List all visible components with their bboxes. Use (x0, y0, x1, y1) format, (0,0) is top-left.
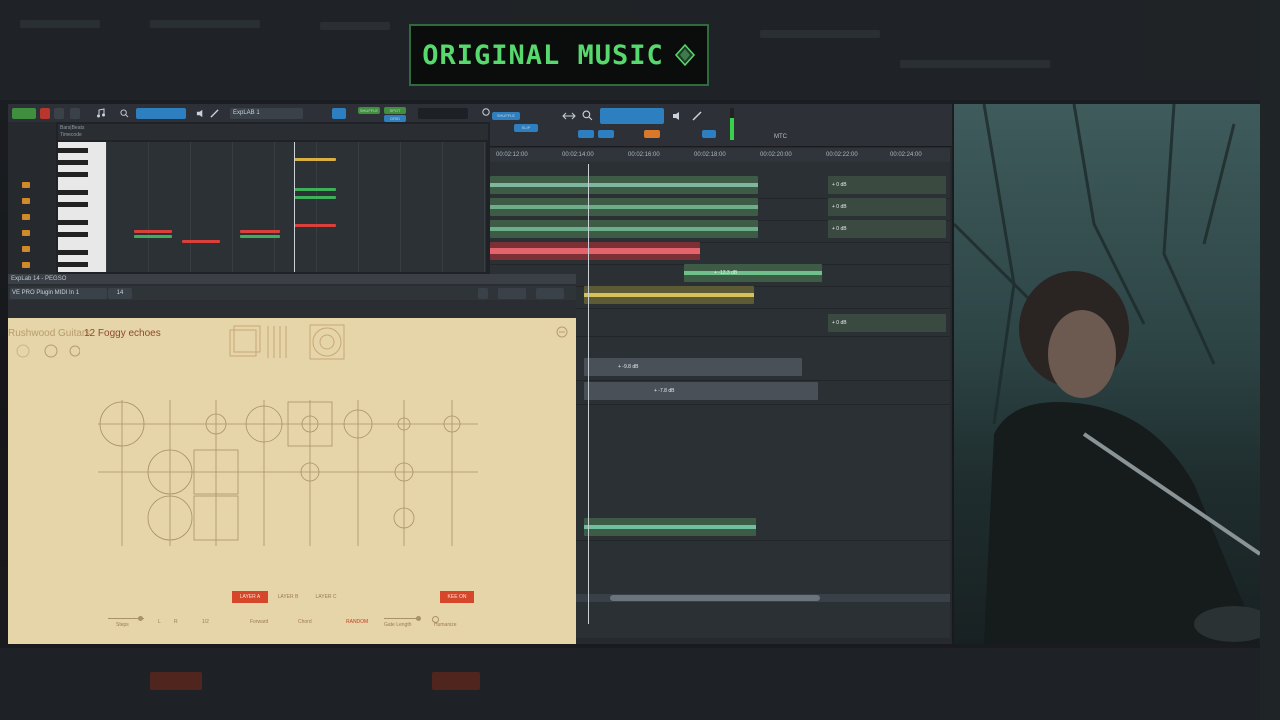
audio-clip[interactable]: + 0 dB (828, 198, 946, 216)
plugin-icon-row (16, 344, 80, 358)
grid-value-button[interactable] (598, 130, 614, 138)
random-button[interactable]: RANDOM (346, 619, 368, 625)
right-edge-background (1260, 0, 1280, 720)
midi-note[interactable] (182, 240, 220, 243)
plugin-insert-selector[interactable]: VE PRO Plugin MIDI In 1 (10, 288, 107, 299)
arrows-icon[interactable] (562, 112, 576, 120)
audio-clip[interactable] (490, 242, 700, 260)
audio-clip[interactable] (584, 286, 754, 304)
midi-note[interactable] (134, 235, 172, 238)
speaker-icon-arrange[interactable] (672, 111, 682, 121)
piano-keyboard[interactable] (58, 142, 106, 272)
audio-clip[interactable]: + -7.8 dB (584, 382, 818, 400)
plugin-preset-nav[interactable] (536, 288, 564, 299)
video-frame (954, 104, 1260, 644)
record-button[interactable] (40, 108, 50, 119)
layer-c-button[interactable]: LAYER C (308, 591, 344, 603)
step-sequencer-grid[interactable] (98, 400, 478, 546)
badge-title: ORIGINAL MUSIC (422, 39, 664, 71)
gate-length-label: Gate Length (384, 622, 412, 628)
mode-selector[interactable]: Chord (298, 619, 312, 625)
midi-note[interactable] (294, 158, 336, 161)
midi-channel-selector[interactable]: 14 (108, 288, 132, 299)
note-grid[interactable] (106, 142, 486, 272)
audio-clip[interactable] (490, 220, 758, 238)
pencil-icon-arrange[interactable] (692, 111, 702, 121)
grid-mode-button[interactable]: GRID (384, 115, 406, 122)
shuffle-mode-button[interactable]: SHUFFLE (358, 107, 380, 114)
plugin-compare-button[interactable] (498, 288, 526, 299)
settings-icon[interactable] (556, 326, 568, 338)
audio-clip[interactable] (490, 176, 758, 194)
gate-length-slider[interactable] (384, 616, 421, 621)
audio-clip[interactable]: + -9.8 dB (584, 358, 802, 376)
midi-note[interactable] (294, 224, 336, 227)
edit-tool-group[interactable] (136, 108, 186, 119)
instrument-name[interactable]: Rushwood Guitars (8, 328, 90, 339)
audio-clip[interactable]: + 0 dB (828, 220, 946, 238)
audio-clip[interactable]: + -13.3 dB (684, 264, 822, 282)
range-r[interactable]: R (174, 619, 178, 625)
plugin-window-title: ExpLab 14 - PEGSO (8, 274, 576, 284)
nudge-button[interactable] (578, 130, 594, 138)
midi-note[interactable] (240, 230, 280, 233)
blurred-bottom-band (0, 648, 1280, 720)
layer-a-button[interactable]: LAYER A (232, 591, 268, 603)
steps-slider[interactable] (108, 616, 144, 621)
music-note-icon[interactable] (96, 108, 106, 118)
plugin-window: ExpLab 14 - PEGSO VE PRO Plugin MIDI In … (8, 274, 576, 644)
timeline-ruler[interactable]: 00:02:12:00 00:02:14:00 00:02:16:00 00:0… (490, 148, 950, 162)
direction-selector[interactable]: Forward (250, 619, 268, 625)
patch-artwork-icon (229, 324, 345, 360)
preset-name[interactable]: 12 Foggy echoes (84, 328, 161, 339)
range-l[interactable]: L (158, 619, 161, 625)
arrange-playhead (588, 164, 589, 624)
midi-note[interactable] (134, 230, 172, 233)
link-button[interactable] (702, 130, 716, 138)
pre-roll-button[interactable] (12, 108, 36, 119)
piano-roll-playhead (294, 142, 295, 272)
mtc-label: MTC (774, 134, 787, 140)
steps-label: Steps (116, 622, 129, 628)
humanize-label: Humanize (434, 622, 457, 628)
zoom-icon[interactable] (120, 109, 129, 118)
snap-button[interactable] (332, 108, 346, 119)
track-lane[interactable] (490, 242, 950, 265)
piano-roll-ruler: Bars|Beats Timecode (58, 124, 488, 140)
speaker-icon[interactable] (196, 109, 205, 118)
shuffle-button-arrange[interactable]: SHUFFLE (492, 112, 520, 120)
track-selector[interactable]: ExpLAB 1 (230, 108, 303, 119)
spot-mode-button[interactable]: SPOT (384, 107, 406, 114)
slip-button-arrange[interactable]: SLIP (514, 124, 538, 132)
audio-clip[interactable]: + 0 dB (828, 314, 946, 332)
original-music-badge: ORIGINAL MUSIC (409, 24, 709, 86)
plugin-bypass-button[interactable] (478, 288, 488, 299)
midi-note[interactable] (294, 188, 336, 191)
audio-clip[interactable]: + 0 dB (828, 176, 946, 194)
mute-button[interactable] (70, 108, 80, 119)
solo-button[interactable] (54, 108, 64, 119)
audio-clip[interactable] (584, 518, 756, 536)
track-lane[interactable]: + 0 dB (490, 220, 950, 243)
track-lane[interactable]: + 0 dB (490, 198, 950, 221)
plugin-header-bar: VE PRO Plugin MIDI In 1 14 (8, 286, 576, 300)
pencil-icon[interactable] (210, 109, 219, 118)
plugin-body: Rushwood Guitars 12 Foggy echoes LAYER A… (8, 318, 576, 644)
loop-button[interactable] (644, 130, 660, 138)
midi-note[interactable] (240, 235, 280, 238)
close-icon[interactable] (482, 108, 490, 116)
rate-selector[interactable]: 1/2 (202, 619, 209, 625)
level-meter (730, 108, 734, 140)
midi-note[interactable] (294, 196, 336, 199)
keys-on-button[interactable]: KEE ON (440, 591, 474, 603)
zoom-icon-arrange[interactable] (582, 110, 593, 121)
smart-tool-group[interactable] (600, 108, 664, 124)
audio-clip[interactable] (490, 198, 758, 216)
video-scene (954, 104, 1260, 644)
counter-field[interactable] (418, 108, 468, 119)
track-lane[interactable]: + 0 dB (490, 176, 950, 199)
layer-b-button[interactable]: LAYER B (270, 591, 306, 603)
diamond-logo-icon (674, 44, 695, 66)
